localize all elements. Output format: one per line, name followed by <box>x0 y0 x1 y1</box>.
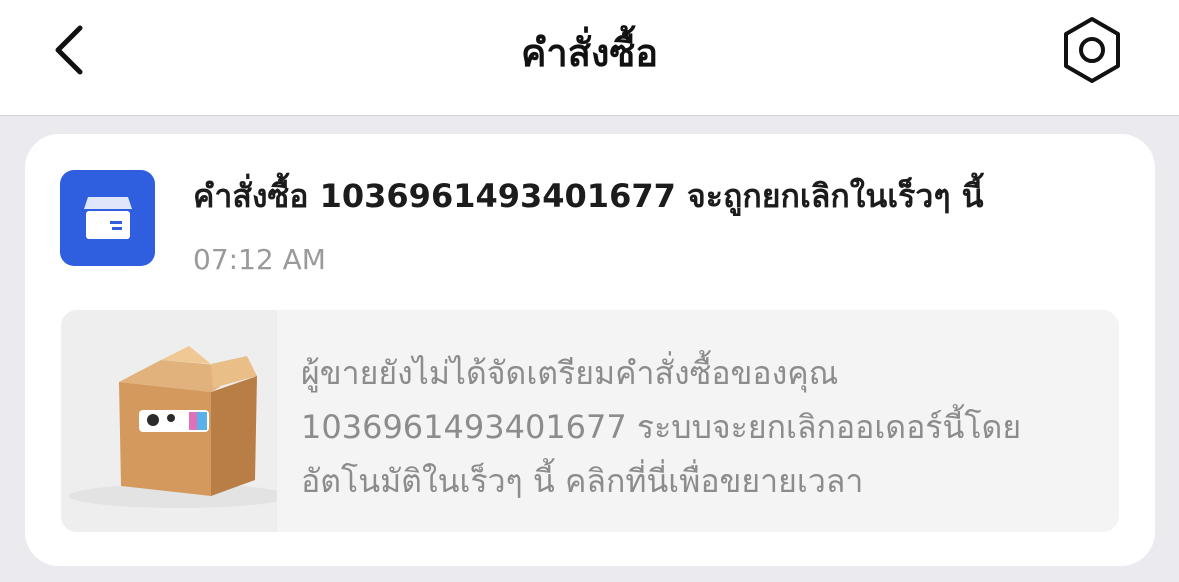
notification-time: 07:12 AM <box>193 243 326 276</box>
top-bar: คำสั่งซื้อ <box>0 0 1179 116</box>
notification-message: ผู้ขายยังไม่ได้จัดเตรียมคำสั่งซื้อของคุณ… <box>301 354 1022 500</box>
notification-card[interactable]: คำสั่งซื้อ 1036961493401677 จะถูกยกเลิกใ… <box>25 134 1155 566</box>
notification-message-box[interactable]: ผู้ขายยังไม่ได้จัดเตรียมคำสั่งซื้อของคุณ… <box>61 310 1119 532</box>
settings-button[interactable] <box>1052 10 1132 90</box>
cardboard-box-image <box>61 310 289 532</box>
package-icon <box>60 170 155 266</box>
notification-title: คำสั่งซื้อ 1036961493401677 จะถูกยกเลิกใ… <box>193 177 984 215</box>
page-title: คำสั่งซื้อ <box>520 30 659 75</box>
hexagon-settings-icon <box>1064 17 1120 83</box>
